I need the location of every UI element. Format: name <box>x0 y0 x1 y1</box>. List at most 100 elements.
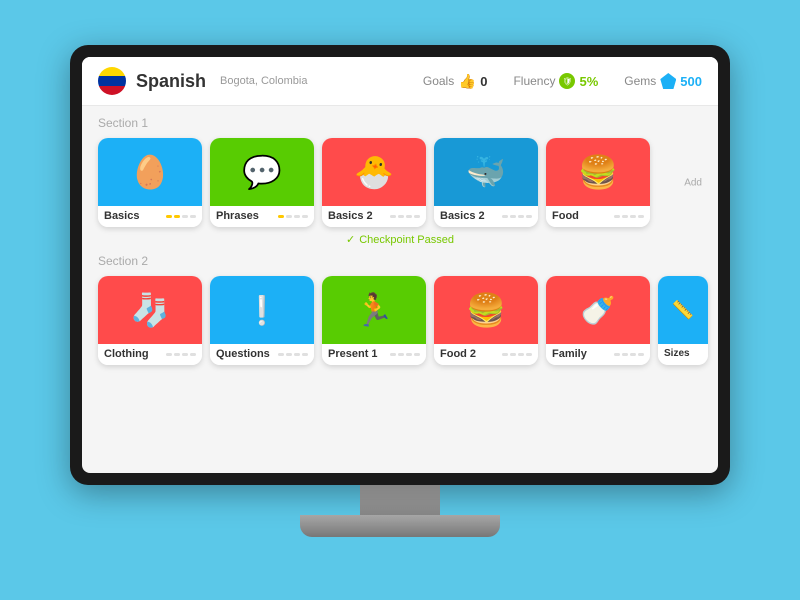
card-present1[interactable]: 🏃 Present 1 <box>322 276 426 365</box>
add-more-label: Add <box>684 177 702 188</box>
gems-icon <box>660 73 676 89</box>
checkmark-icon: ✓ <box>346 233 355 246</box>
card-phrases-title: Phrases <box>216 210 259 222</box>
card-phrases-footer: Phrases <box>210 206 314 227</box>
tv-screen: Spanish Bogota, Colombia Goals 👍 0 Fluen… <box>82 57 718 473</box>
fluency-icon: 🛡 <box>559 73 575 89</box>
card-clothing[interactable]: 🧦 Clothing <box>98 276 202 365</box>
card-food-image: 🍔 <box>546 138 650 206</box>
screen-content: Spanish Bogota, Colombia Goals 👍 0 Fluen… <box>82 57 718 473</box>
card-basics2a-title: Basics 2 <box>328 210 373 222</box>
card-food2-dots <box>502 353 532 356</box>
card-food[interactable]: 🍔 Food <box>546 138 650 227</box>
card-basics-footer: Basics <box>98 206 202 227</box>
dot2 <box>622 215 628 218</box>
dot1 <box>166 215 172 218</box>
card-sizes[interactable]: 📏 Sizes <box>658 276 708 365</box>
card-basics2b[interactable]: 🐳 Basics 2 <box>434 138 538 227</box>
dot4 <box>526 215 532 218</box>
dot1 <box>390 215 396 218</box>
card-questions[interactable]: ❕ Questions <box>210 276 314 365</box>
dot1 <box>502 215 508 218</box>
card-present1-image: 🏃 <box>322 276 426 344</box>
card-clothing-title: Clothing <box>104 348 149 360</box>
card-basics2b-title: Basics 2 <box>440 210 485 222</box>
tv-frame: Spanish Bogota, Colombia Goals 👍 0 Fluen… <box>70 45 730 485</box>
card-family-dots <box>614 353 644 356</box>
card-food2-footer: Food 2 <box>434 344 538 365</box>
card-basics2b-footer: Basics 2 <box>434 206 538 227</box>
dot3 <box>406 215 412 218</box>
card-clothing-dots <box>166 353 196 356</box>
card-basics[interactable]: 🥚 Basics <box>98 138 202 227</box>
language-title: Spanish <box>136 71 206 92</box>
goals-value: 0 <box>480 74 487 89</box>
main-content: Section 1 🥚 Basics <box>82 106 718 473</box>
section2-label: Section 2 <box>98 254 702 268</box>
flag-blue <box>98 76 126 85</box>
gems-value: 500 <box>680 74 702 89</box>
flag-yellow <box>98 67 126 76</box>
fluency-label: Fluency <box>513 74 555 88</box>
card-questions-footer: Questions <box>210 344 314 365</box>
card-family[interactable]: 🍼 Family <box>546 276 650 365</box>
fluency-stat: Fluency 🛡 5% <box>513 73 598 89</box>
location-text: Bogota, Colombia <box>220 75 307 87</box>
card-basics2b-dots <box>502 215 532 218</box>
tv-wrapper: Spanish Bogota, Colombia Goals 👍 0 Fluen… <box>70 45 730 555</box>
card-food-dots <box>614 215 644 218</box>
section2-cards-row: 🧦 Clothing <box>98 276 702 365</box>
card-food2-title: Food 2 <box>440 348 476 360</box>
goals-stat: Goals 👍 0 <box>423 72 488 90</box>
section1-cards-row: 🥚 Basics <box>98 138 702 227</box>
section2-area: Section 2 🧦 Clothing <box>98 254 702 365</box>
dot4 <box>190 215 196 218</box>
card-clothing-footer: Clothing <box>98 344 202 365</box>
card-basics-image: 🥚 <box>98 138 202 206</box>
card-phrases[interactable]: 💬 Phrases <box>210 138 314 227</box>
card-basics2a-footer: Basics 2 <box>322 206 426 227</box>
section1-label: Section 1 <box>98 116 702 130</box>
dot3 <box>294 215 300 218</box>
fluency-value: 5% <box>579 74 598 89</box>
card-family-footer: Family <box>546 344 650 365</box>
card-food-title: Food <box>552 210 579 222</box>
checkpoint-banner: ✓ Checkpoint Passed <box>98 227 702 252</box>
card-basics-dots <box>166 215 196 218</box>
card-family-title: Family <box>552 348 587 360</box>
goals-label: Goals <box>423 74 454 88</box>
app-header: Spanish Bogota, Colombia Goals 👍 0 Fluen… <box>82 57 718 106</box>
card-basics2a-image: 🐣 <box>322 138 426 206</box>
card-phrases-image: 💬 <box>210 138 314 206</box>
dot3 <box>630 215 636 218</box>
gems-stat: Gems 500 <box>624 73 702 89</box>
card-sizes-title: Sizes <box>664 348 690 359</box>
card-food-footer: Food <box>546 206 650 227</box>
card-food2-image: 🍔 <box>434 276 538 344</box>
dot2 <box>398 215 404 218</box>
card-sizes-footer: Sizes <box>658 344 708 364</box>
card-sizes-image: 📏 <box>658 276 708 344</box>
card-basics2a-dots <box>390 215 420 218</box>
card-family-image: 🍼 <box>546 276 650 344</box>
checkpoint-text: Checkpoint Passed <box>359 234 454 246</box>
flag-red <box>98 86 126 95</box>
dot2 <box>286 215 292 218</box>
tv-stand-base <box>300 515 500 537</box>
card-food2[interactable]: 🍔 Food 2 <box>434 276 538 365</box>
dot4 <box>302 215 308 218</box>
dot1 <box>614 215 620 218</box>
dot4 <box>414 215 420 218</box>
gems-label: Gems <box>624 74 656 88</box>
dot2 <box>510 215 516 218</box>
card-present1-dots <box>390 353 420 356</box>
section1-cards-container: 🥚 Basics <box>98 138 702 227</box>
tv-stand-neck <box>360 485 440 515</box>
card-questions-image: ❕ <box>210 276 314 344</box>
card-questions-dots <box>278 353 308 356</box>
dot4 <box>638 215 644 218</box>
dot3 <box>182 215 188 218</box>
card-basics2b-image: 🐳 <box>434 138 538 206</box>
card-basics2a[interactable]: 🐣 Basics 2 <box>322 138 426 227</box>
dot1 <box>278 215 284 218</box>
